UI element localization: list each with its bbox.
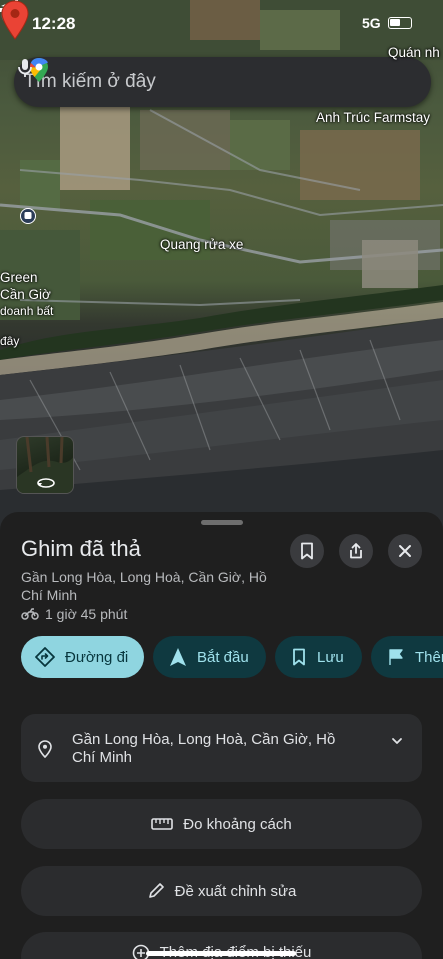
- search-input[interactable]: Tìm kiếm ở đây: [24, 71, 431, 93]
- flag-icon: [389, 649, 403, 665]
- ruler-icon: [151, 818, 174, 830]
- place-title: Ghim đã thả: [21, 536, 141, 561]
- share-icon: [350, 543, 362, 559]
- dropped-pin-icon[interactable]: [0, 0, 30, 40]
- network-type: 5G: [362, 15, 381, 31]
- map-label-quan[interactable]: Quán nh: [388, 45, 440, 60]
- bookmark-button[interactable]: [290, 534, 324, 568]
- microphone-icon[interactable]: [14, 57, 36, 79]
- more-chip-label: Thên: [415, 648, 443, 666]
- directions-icon: [35, 647, 55, 667]
- share-button[interactable]: [339, 534, 373, 568]
- directions-chip[interactable]: Đường đi: [21, 636, 144, 678]
- transit-stop-icon[interactable]: [20, 208, 36, 224]
- map-label-day[interactable]: đây: [0, 334, 19, 348]
- travel-time-text: 1 giờ 45 phút: [45, 606, 128, 622]
- more-chip[interactable]: Thên: [371, 636, 443, 678]
- address-card[interactable]: Gần Long Hòa, Long Hoà, Cần Giờ, Hồ Chí …: [21, 714, 422, 782]
- suggest-edit-button[interactable]: Đề xuất chỉnh sửa: [21, 866, 422, 916]
- action-chips-row[interactable]: Đường đi Bắt đầu Lưu Thên: [21, 636, 443, 678]
- street-view-thumbnail[interactable]: [16, 436, 74, 494]
- map-label-anh-truc-farmstay[interactable]: Anh Trúc Farmstay: [316, 110, 430, 125]
- directions-chip-label: Đường đi: [65, 648, 129, 666]
- map-label-green[interactable]: Green: [0, 270, 38, 285]
- start-chip[interactable]: Bắt đầu: [153, 636, 266, 678]
- 360-rotate-icon: [37, 478, 55, 488]
- suggest-edit-label: Đề xuất chỉnh sửa: [174, 882, 297, 900]
- location-pin-icon: [38, 740, 52, 758]
- close-button[interactable]: [388, 534, 422, 568]
- navigation-arrow-icon: [170, 648, 186, 666]
- status-bar: 12:28 5G: [0, 0, 443, 50]
- status-time: 12:28: [32, 14, 76, 33]
- travel-time-row: 1 giờ 45 phút: [21, 606, 127, 622]
- bookmark-outline-icon: [293, 648, 305, 666]
- motorbike-icon: [21, 608, 39, 620]
- measure-distance-label: Đo khoảng cách: [183, 815, 292, 833]
- map-view[interactable]: 12:28 5G Tìm kiếm ở đây Quán nh Anh Trúc…: [0, 0, 443, 540]
- map-label-quang-rua-xe[interactable]: Quang rửa xe: [160, 237, 243, 252]
- save-chip[interactable]: Lưu: [275, 636, 362, 678]
- save-chip-label: Lưu: [317, 648, 344, 666]
- place-address: Gần Long Hòa, Long Hoà, Cần Giờ, Hồ Chí …: [21, 569, 267, 603]
- map-label-can-gio[interactable]: Cần Giờ: [0, 287, 51, 302]
- measure-distance-button[interactable]: Đo khoảng cách: [21, 799, 422, 849]
- map-label-doanh-bat[interactable]: doanh bất: [0, 304, 53, 318]
- search-bar[interactable]: Tìm kiếm ở đây: [14, 57, 431, 107]
- home-indicator[interactable]: [146, 951, 296, 956]
- pencil-icon: [148, 883, 164, 898]
- address-card-text: Gần Long Hòa, Long Hoà, Cần Giờ, Hồ Chí …: [72, 731, 336, 766]
- sheet-drag-handle[interactable]: [201, 520, 243, 525]
- battery-icon: [388, 17, 412, 29]
- chevron-down-icon[interactable]: [390, 734, 404, 748]
- start-chip-label: Bắt đầu: [197, 648, 249, 666]
- close-icon: [399, 545, 411, 557]
- place-bottom-sheet[interactable]: Ghim đã thả Gần Long Hòa, Long Hoà, Cần …: [0, 512, 443, 959]
- bookmark-icon: [301, 542, 313, 560]
